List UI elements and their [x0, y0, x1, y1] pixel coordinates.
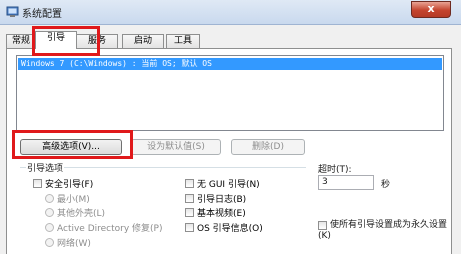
boot-log-label: 引导日志(B): [197, 195, 247, 205]
checkbox-box[interactable]: [185, 208, 194, 217]
close-button[interactable]: x: [411, 1, 451, 18]
title-bar[interactable]: 系统配置 x: [0, 0, 461, 25]
checkbox-box[interactable]: [185, 194, 194, 203]
timeout-unit-label: 秒: [381, 180, 391, 190]
minimal-radio[interactable]: 最小(M): [45, 194, 90, 206]
boot-tab-highlight: [32, 26, 100, 56]
os-boot-info-label: OS 引导信息(O): [197, 224, 263, 234]
alternate-shell-label: 其他外壳(L): [57, 209, 106, 219]
no-gui-boot-label: 无 GUI 引导(N): [197, 180, 260, 190]
radio-circle[interactable]: [45, 208, 54, 217]
safe-boot-label: 安全引导(F): [45, 180, 94, 190]
checkbox-box[interactable]: [185, 179, 194, 188]
network-label: 网络(W): [57, 239, 91, 249]
os-entry-selected[interactable]: Windows 7 (C:\Windows) : 当前 OS; 默认 OS: [18, 58, 442, 70]
radio-circle[interactable]: [45, 223, 54, 232]
close-icon: x: [427, 2, 435, 15]
delete-button[interactable]: 删除(D): [231, 139, 305, 155]
timeout-input[interactable]: 3: [318, 175, 374, 190]
network-radio[interactable]: 网络(W): [45, 238, 91, 250]
window-title: 系统配置: [22, 9, 62, 20]
system-configuration-window: 系统配置 x 常规 引导 服务 启动 工具 Windows 7 (C:\Wind…: [0, 0, 461, 254]
radio-circle[interactable]: [45, 238, 54, 247]
tab-tools[interactable]: 工具: [166, 34, 200, 48]
safe-boot-checkbox[interactable]: 安全引导(F): [33, 179, 93, 191]
make-permanent-label: 使所有引导设置成为永久设置(K): [318, 220, 448, 241]
system-config-icon: [6, 6, 19, 17]
base-video-checkbox[interactable]: 基本视频(E): [185, 208, 246, 220]
tab-startup[interactable]: 启动: [122, 34, 164, 48]
boot-log-checkbox[interactable]: 引导日志(B): [185, 194, 246, 206]
timeout-label: 超时(T):: [318, 165, 352, 175]
boot-os-list[interactable]: Windows 7 (C:\Windows) : 当前 OS; 默认 OS: [16, 55, 444, 131]
alternate-shell-radio[interactable]: 其他外壳(L): [45, 208, 105, 220]
radio-circle[interactable]: [45, 194, 54, 203]
base-video-label: 基本视频(E): [197, 209, 246, 219]
minimal-label: 最小(M): [57, 195, 90, 205]
checkbox-box[interactable]: [318, 221, 327, 230]
os-boot-info-checkbox[interactable]: OS 引导信息(O): [185, 223, 263, 235]
no-gui-boot-checkbox[interactable]: 无 GUI 引导(N): [185, 179, 260, 191]
make-permanent-checkbox[interactable]: 使所有引导设置成为永久设置(K): [318, 220, 450, 242]
active-directory-repair-radio[interactable]: Active Directory 修复(P): [45, 223, 163, 235]
checkbox-box[interactable]: [33, 179, 42, 188]
checkbox-box[interactable]: [185, 223, 194, 232]
set-default-button[interactable]: 设为默认值(S): [131, 139, 221, 155]
advanced-options-highlight: [12, 130, 133, 159]
active-directory-label: Active Directory 修复(P): [57, 224, 163, 234]
boot-options-group-label: 引导选项: [26, 161, 65, 174]
